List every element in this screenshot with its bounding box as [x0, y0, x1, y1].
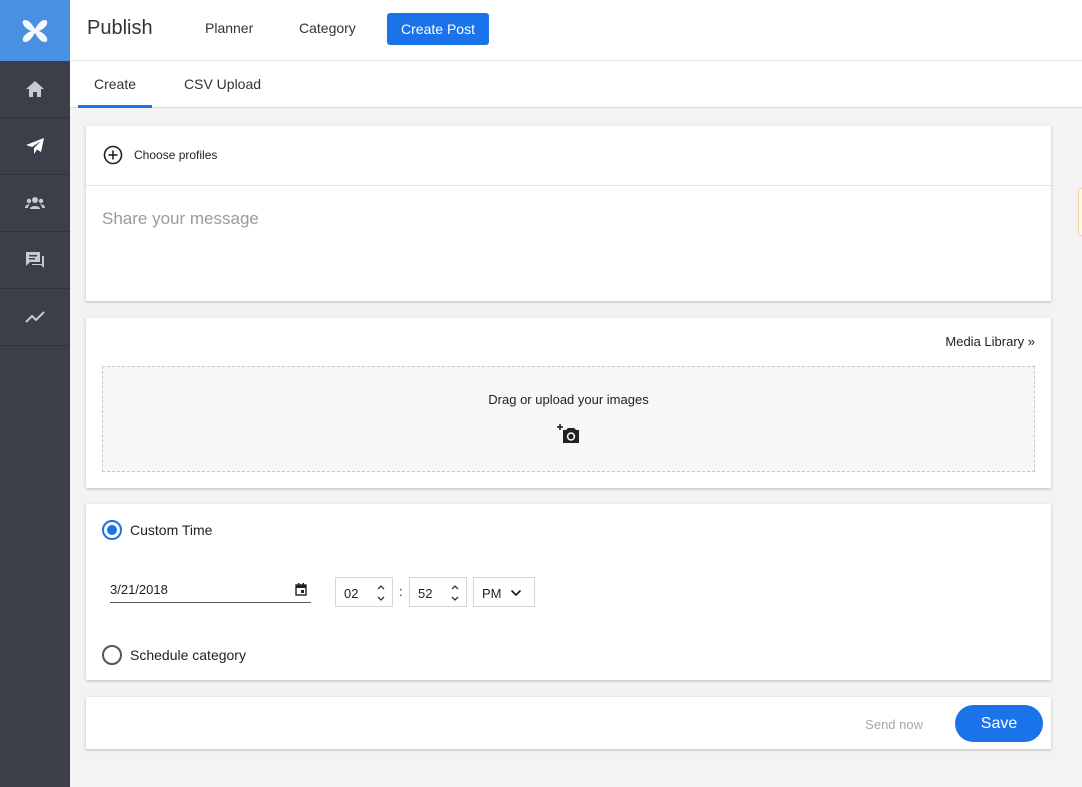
send-now-button[interactable]: Send now	[865, 717, 923, 732]
schedule-category-radio[interactable]	[102, 645, 122, 665]
hour-stepper[interactable]: 02	[335, 577, 393, 607]
ampm-select[interactable]: PM	[473, 577, 535, 607]
sidebar-item-home[interactable]	[0, 61, 70, 118]
tab-bar: Create CSV Upload	[70, 61, 1082, 108]
save-button[interactable]: Save	[955, 705, 1043, 742]
hour-value: 02	[344, 586, 359, 601]
sidebar	[0, 0, 70, 787]
date-value: 3/21/2018	[110, 582, 168, 597]
stepper-arrows-icon[interactable]	[376, 582, 386, 604]
add-photo-icon[interactable]	[556, 423, 582, 445]
side-panel-tab[interactable]	[1078, 188, 1082, 236]
page-title: Publish	[87, 17, 153, 39]
top-bar: Publish Planner Category Create Post	[70, 0, 1082, 61]
time-separator: :	[399, 584, 403, 599]
custom-time-label: Custom Time	[130, 522, 213, 538]
schedule-card: Custom Time 3/21/2018 02 : 52 PM Schedul	[86, 504, 1051, 680]
custom-time-radio[interactable]	[102, 520, 122, 540]
sidebar-item-analytics[interactable]	[0, 289, 70, 346]
message-input[interactable]	[102, 204, 1032, 234]
media-library-link[interactable]: Media Library »	[945, 334, 1035, 349]
chat-icon	[26, 252, 44, 268]
minute-stepper[interactable]: 52	[409, 577, 467, 607]
home-icon	[26, 81, 44, 97]
sidebar-item-publish[interactable]	[0, 118, 70, 175]
sidebar-item-audience[interactable]	[0, 175, 70, 232]
nav-link-category[interactable]: Category	[299, 20, 356, 36]
chevron-down-icon	[510, 589, 522, 597]
stepper-arrows-icon[interactable]	[450, 582, 460, 604]
choose-profiles-label: Choose profiles	[134, 148, 218, 162]
create-post-button[interactable]: Create Post	[387, 13, 489, 45]
tab-create[interactable]: Create	[94, 76, 136, 92]
logo-icon	[22, 19, 48, 42]
paper-plane-icon	[26, 138, 44, 154]
add-circle-icon[interactable]	[103, 145, 123, 165]
image-dropzone[interactable]: Drag or upload your images	[102, 366, 1035, 472]
date-input[interactable]: 3/21/2018	[110, 580, 311, 603]
trend-line-icon	[25, 311, 45, 323]
tab-csv-upload[interactable]: CSV Upload	[184, 76, 261, 92]
ampm-value: PM	[482, 586, 502, 601]
choose-profiles-row[interactable]: Choose profiles	[86, 126, 1051, 186]
calendar-icon[interactable]	[295, 583, 307, 596]
dropzone-label: Drag or upload your images	[488, 392, 649, 407]
nav-link-planner[interactable]: Planner	[205, 20, 253, 36]
active-tab-indicator	[78, 105, 152, 108]
people-icon	[25, 197, 45, 209]
app-logo[interactable]	[0, 0, 70, 61]
media-card: Media Library » Drag or upload your imag…	[86, 318, 1051, 488]
compose-card: Choose profiles	[86, 126, 1051, 301]
minute-value: 52	[418, 586, 433, 601]
schedule-category-label: Schedule category	[130, 647, 246, 663]
actions-card: Send now Save	[86, 697, 1051, 749]
sidebar-item-messages[interactable]	[0, 232, 70, 289]
